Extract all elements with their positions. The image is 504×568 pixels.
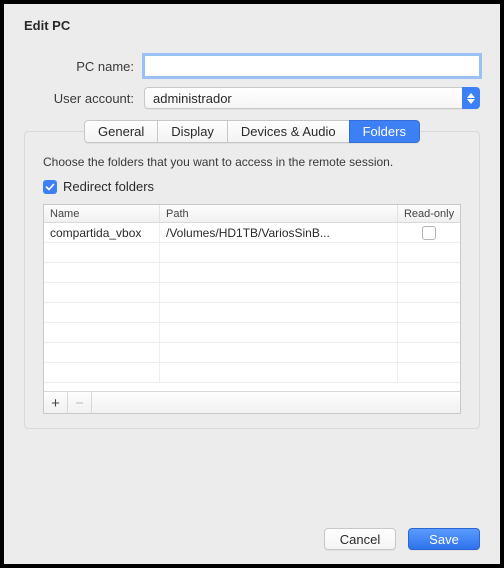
folders-instruction: Choose the folders that you want to acce…: [43, 155, 461, 169]
remove-folder-button[interactable]: −: [68, 392, 92, 414]
plus-icon: +: [51, 395, 60, 412]
user-account-value: administrador: [153, 91, 232, 106]
pc-name-label: PC name:: [24, 59, 144, 74]
pc-name-input[interactable]: [144, 55, 480, 77]
folders-table: Name Path Read-only compartida_vbox /Vol…: [43, 204, 461, 414]
pc-name-row: PC name:: [24, 55, 480, 77]
cell-readonly: [398, 223, 460, 242]
form-area: PC name: User account: administrador: [4, 39, 500, 131]
tab-display[interactable]: Display: [157, 120, 227, 143]
chevron-up-down-icon: [462, 87, 480, 109]
save-button[interactable]: Save: [408, 528, 480, 550]
tabs: General Display Devices & Audio Folders: [25, 120, 479, 143]
minus-icon: −: [75, 395, 84, 412]
add-folder-button[interactable]: +: [44, 392, 68, 414]
table-row[interactable]: compartida_vbox /Volumes/HD1TB/VariosSin…: [44, 223, 460, 243]
user-account-select[interactable]: administrador: [144, 87, 480, 109]
dialog-header: Edit PC: [4, 4, 500, 39]
redirect-folders-checkbox[interactable]: [43, 180, 57, 194]
tab-general[interactable]: General: [84, 120, 157, 143]
col-header-readonly[interactable]: Read-only: [398, 205, 460, 222]
dialog-title: Edit PC: [24, 18, 480, 33]
tab-folders[interactable]: Folders: [349, 120, 420, 143]
redirect-folders-row: Redirect folders: [43, 179, 461, 194]
dialog-footer: Cancel Save: [324, 528, 480, 550]
user-account-row: User account: administrador: [24, 87, 480, 109]
redirect-folders-label: Redirect folders: [63, 179, 154, 194]
settings-panel: General Display Devices & Audio Folders …: [24, 131, 480, 429]
cancel-button[interactable]: Cancel: [324, 528, 396, 550]
table-footer: + −: [44, 391, 460, 413]
col-header-path[interactable]: Path: [160, 205, 398, 222]
cell-name: compartida_vbox: [44, 223, 160, 242]
user-account-label: User account:: [24, 91, 144, 106]
table-header: Name Path Read-only: [44, 205, 460, 223]
folders-panel: Choose the folders that you want to acce…: [25, 155, 479, 414]
readonly-checkbox[interactable]: [422, 226, 436, 240]
cell-path: /Volumes/HD1TB/VariosSinB...: [160, 223, 398, 242]
tab-devices-audio[interactable]: Devices & Audio: [227, 120, 349, 143]
table-body: compartida_vbox /Volumes/HD1TB/VariosSin…: [44, 223, 460, 391]
col-header-name[interactable]: Name: [44, 205, 160, 222]
edit-pc-dialog: Edit PC PC name: User account: administr…: [4, 4, 500, 564]
